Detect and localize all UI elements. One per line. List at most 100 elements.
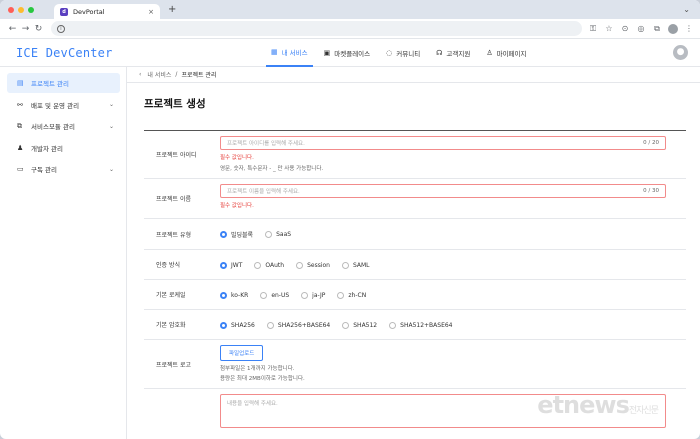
minimize-window-button[interactable] (18, 6, 24, 13)
row-project-name: 프로젝트 이름 프로젝트 이름을 입력해 주세요. 0 / 30 필수 값입니다… (144, 179, 686, 219)
project-id-input[interactable]: 프로젝트 아이디를 입력해 주세요. 0 / 20 (220, 136, 666, 150)
label-auth-method: 인증 방식 (156, 262, 180, 269)
project-form: 프로젝트 아이디 프로젝트 아이디를 입력해 주세요. 0 / 20 필수 값입… (144, 130, 686, 433)
nav-support[interactable]: ☊ 고객지원 (431, 39, 475, 67)
radio-saml[interactable]: SAML (341, 261, 370, 269)
site-info-icon[interactable]: i (57, 24, 65, 33)
back-icon[interactable]: ← (6, 24, 19, 34)
headset-icon: ☊ (436, 49, 443, 57)
radio-sha256-base64[interactable]: SHA256+BASE64 (266, 321, 330, 329)
tab-search-icon[interactable]: ⌄ (683, 5, 690, 14)
radio-label: SAML (352, 261, 370, 269)
radio-label: zh-CN (348, 291, 367, 299)
close-tab-icon[interactable]: × (148, 8, 154, 16)
project-name-placeholder: 프로젝트 이름을 입력해 주세요. (227, 189, 300, 195)
project-id-count: 0 / 20 (643, 140, 659, 146)
sidebar-item-developers[interactable]: ♟ 개발자 관리 (7, 138, 120, 158)
radio-session[interactable]: Session (296, 261, 330, 269)
breadcrumb-parent[interactable]: 내 서비스 (147, 70, 171, 79)
radio-saas[interactable]: SaaS (265, 230, 292, 238)
users-icon: ♟ (17, 143, 24, 152)
avatar[interactable]: ● (673, 45, 688, 60)
module-icon: ⧉ (17, 121, 22, 130)
nav-community[interactable]: ◌ 커뮤니티 (381, 39, 425, 67)
project-icon: ▤ (17, 79, 24, 87)
maximize-window-button[interactable] (28, 6, 34, 13)
bookmark-star-icon[interactable]: ☆ (604, 24, 614, 34)
address-bar[interactable]: i (51, 21, 582, 36)
favicon-icon: d (60, 7, 68, 16)
radio-label: OAuth (265, 261, 285, 269)
tab-title: DevPortal (73, 7, 105, 16)
radio-sha256[interactable]: SHA256 (220, 321, 255, 329)
menu-kebab-icon[interactable]: ⋮ (684, 24, 694, 34)
browser-profile-icon[interactable] (668, 23, 678, 34)
extension-icon-1[interactable]: ⊙ (620, 24, 630, 34)
radio-label: Session (307, 261, 330, 269)
radio-zh-cn[interactable]: zh-CN (337, 291, 367, 299)
chevron-down-icon: ⌄ (108, 122, 114, 130)
radio-label: SaaS (276, 230, 292, 238)
sidebar-item-label: 개발자 관리 (31, 144, 63, 153)
breadcrumb-back-icon[interactable]: ‹ (139, 71, 141, 78)
radio-sha512-base64[interactable]: SHA512+BASE64 (389, 321, 453, 329)
radio-sha512[interactable]: SHA512 (342, 321, 378, 329)
sidebar-item-subscription[interactable]: ▭ 구독 관리 ⌄ (7, 159, 120, 179)
reload-icon[interactable]: ↻ (32, 24, 45, 34)
row-project-id: 프로젝트 아이디 프로젝트 아이디를 입력해 주세요. 0 / 20 필수 값입… (144, 131, 686, 179)
sidebar: ▤ 프로젝트 관리 ⚯ 배포 및 운영 관리 ⌄ ⧉ 서비스모듈 관리 ⌄ ♟ … (0, 67, 127, 439)
logo-hint-count: 첨부파일은 1개까지 가능합니다. (220, 366, 295, 372)
radio-label: JWT (231, 261, 243, 269)
chat-icon: ◌ (386, 49, 393, 57)
grid-icon: ▦ (271, 48, 278, 56)
radio-ja-jp[interactable]: ja-JP (301, 291, 325, 299)
radio-label: SHA512 (353, 321, 378, 329)
project-name-input[interactable]: 프로젝트 이름을 입력해 주세요. 0 / 30 (220, 184, 666, 198)
link-icon: ⚯ (17, 100, 23, 109)
radio-label: en-US (271, 291, 290, 299)
close-window-button[interactable] (8, 6, 14, 13)
logo-hint-size: 용량은 최대 2MB이하로 가능합니다. (220, 376, 305, 382)
project-name-error: 필수 값입니다. (220, 203, 254, 209)
key-icon[interactable]: ⚿ (588, 24, 598, 34)
label-locale: 기본 로케일 (156, 292, 186, 299)
label-encryption: 기본 암호화 (156, 322, 186, 329)
new-tab-icon[interactable]: + (168, 4, 176, 15)
card-icon: ▭ (17, 165, 24, 173)
extension-icon-2[interactable]: ◎ (636, 24, 646, 34)
breadcrumb-current: 프로젝트 관리 (181, 72, 217, 79)
project-id-hint: 영문, 숫자, 특수문자 - _ 만 사용 가능합니다. (220, 166, 324, 172)
radio-building-block[interactable]: 빌딩블록 (220, 230, 253, 239)
sidebar-item-label: 서비스모듈 관리 (31, 123, 75, 131)
app-logo[interactable]: ICE DevCenter (16, 46, 113, 60)
radio-en-us[interactable]: en-US (260, 291, 290, 299)
row-locale: 기본 로케일 ko-KR en-US ja-JP zh-CN (144, 280, 686, 310)
nav-mypage[interactable]: ♙ 마이페이지 (481, 39, 531, 67)
file-upload-button[interactable]: 파일업로드 (220, 345, 264, 361)
radio-label: ko-KR (231, 291, 249, 299)
browser-toolbar: ← → ↻ i ⚿ ☆ ⊙ ◎ ⧉ ⋮ (0, 19, 700, 39)
sidebar-item-modules[interactable]: ⧉ 서비스모듈 관리 ⌄ (7, 116, 120, 136)
sidebar-item-project[interactable]: ▤ 프로젝트 관리 (7, 73, 120, 93)
label-project-id: 프로젝트 아이디 (156, 152, 197, 159)
forward-icon[interactable]: → (19, 24, 32, 34)
breadcrumb-separator: / (175, 71, 178, 78)
browser-window: d DevPortal × + ⌄ ← → ↻ i ⚿ ☆ ⊙ ◎ ⧉ ⋮ IC… (0, 0, 700, 439)
watermark-logo: etnews전자신문 (537, 391, 659, 419)
radio-label: SHA256 (231, 321, 255, 329)
puzzle-icon[interactable]: ⧉ (652, 24, 662, 34)
radio-jwt[interactable]: JWT (220, 261, 243, 269)
nav-marketplace[interactable]: ▣ 마켓플레이스 (319, 39, 376, 67)
sidebar-item-deploy[interactable]: ⚯ 배포 및 운영 관리 ⌄ (7, 95, 120, 115)
chevron-down-icon: ⌄ (108, 165, 114, 173)
browser-tab[interactable]: d DevPortal × (54, 4, 160, 19)
radio-oauth[interactable]: OAuth (254, 261, 285, 269)
radio-ko-kr[interactable]: ko-KR (220, 291, 249, 299)
nav-label: 마켓플레이스 (334, 50, 371, 58)
row-project-type: 프로젝트 유형 빌딩블록 SaaS (144, 219, 686, 250)
sidebar-item-label: 프로젝트 관리 (31, 80, 69, 88)
label-project-type: 프로젝트 유형 (156, 231, 192, 239)
nav-my-services[interactable]: ▦ 내 서비스 (266, 39, 313, 67)
project-id-placeholder: 프로젝트 아이디를 입력해 주세요. (227, 141, 305, 147)
main-nav: ▦ 내 서비스 ▣ 마켓플레이스 ◌ 커뮤니티 ☊ 고객지원 ♙ 마이페이지 (266, 39, 538, 67)
